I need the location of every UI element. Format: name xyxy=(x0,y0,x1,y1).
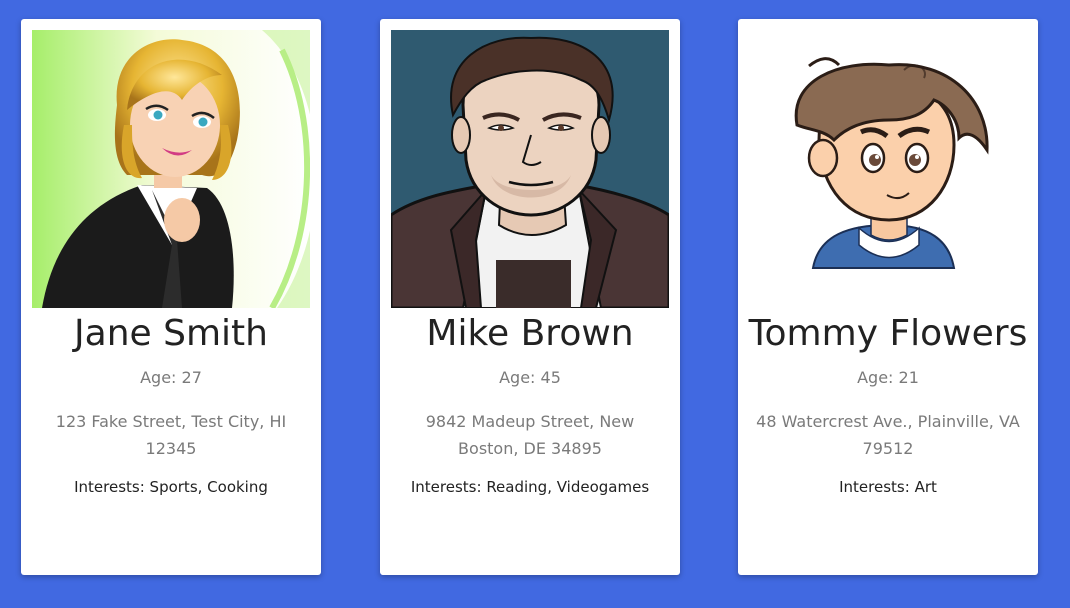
person-interests: Interests: Sports, Cooking xyxy=(29,476,313,498)
interests-value: Art xyxy=(914,478,937,496)
person-card-tommy-flowers: Tommy Flowers Age: 21 48 Watercrest Ave.… xyxy=(738,19,1038,575)
person-age: Age: 21 xyxy=(857,368,919,387)
person-name: Tommy Flowers xyxy=(748,313,1028,354)
interests-label: Interests: xyxy=(839,478,915,496)
person-interests: Interests: Art xyxy=(746,476,1030,498)
person-age: Age: 27 xyxy=(140,368,202,387)
interests-label: Interests: xyxy=(74,478,150,496)
person-interests: Interests: Reading, Videogames xyxy=(388,476,672,498)
boy-avatar-icon xyxy=(749,30,1027,308)
interests-value: Reading, Videogames xyxy=(486,478,650,496)
man-avatar-icon xyxy=(391,30,669,308)
person-name: Mike Brown xyxy=(426,313,634,354)
person-address: 123 Fake Street, Test City, HI 12345 xyxy=(55,412,287,458)
person-card-mike-brown: Mike Brown Age: 45 9842 Madeup Street, N… xyxy=(380,19,680,575)
woman-avatar-icon xyxy=(32,30,310,308)
person-card-jane-smith: Jane Smith Age: 27 123 Fake Street, Test… xyxy=(21,19,321,575)
interests-label: Interests: xyxy=(410,478,487,496)
person-age: Age: 45 xyxy=(499,368,561,387)
person-name: Jane Smith xyxy=(74,313,268,354)
person-address: 9842 Madeup Street, New Boston, DE 34895 xyxy=(425,412,635,458)
interests-value: Sports, Cooking xyxy=(149,478,268,496)
person-address: 48 Watercrest Ave., Plainville, VA 79512 xyxy=(756,412,1020,458)
